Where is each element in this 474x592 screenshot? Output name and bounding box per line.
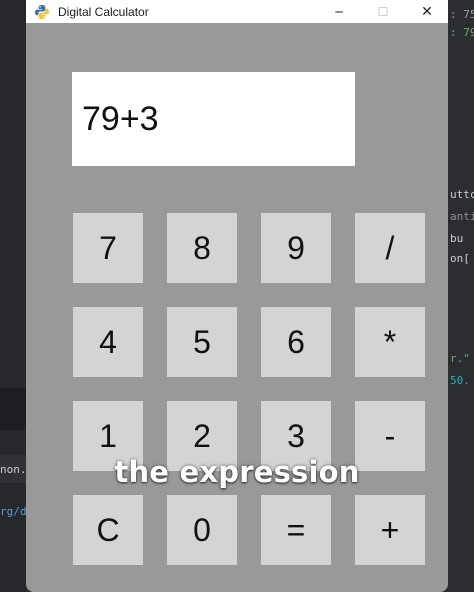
key-5-button[interactable]: 5 xyxy=(167,307,237,377)
add-button[interactable]: + xyxy=(355,495,425,565)
minimize-button[interactable]: ─ xyxy=(316,0,362,23)
editor-code-fragment: : 75 xyxy=(450,8,474,21)
key-8-button[interactable]: 8 xyxy=(167,213,237,283)
key-6-button[interactable]: 6 xyxy=(261,307,331,377)
key-4-button[interactable]: 4 xyxy=(73,307,143,377)
video-caption: the expression xyxy=(114,455,360,489)
window-title: Digital Calculator xyxy=(58,4,149,19)
key-9-button[interactable]: 9 xyxy=(261,213,331,283)
editor-code-fragment: r." xyxy=(450,352,470,365)
editor-code-fragment: antia xyxy=(450,210,474,223)
title-bar[interactable]: Digital Calculator ─ ☐ ✕ xyxy=(26,0,448,23)
editor-panel-band xyxy=(0,388,26,430)
editor-code-fragment: : 79 xyxy=(450,26,474,39)
background-editor-right: : 75 : 79 uttc antia bu on[ r." 50. xyxy=(448,0,474,592)
multiply-button[interactable]: * xyxy=(355,307,425,377)
editor-code-fragment: uttc xyxy=(450,188,474,201)
expression-display: 79+3 xyxy=(72,72,355,166)
python-icon xyxy=(34,4,50,20)
maximize-button[interactable]: ☐ xyxy=(360,0,406,23)
editor-code-fragment: on[ xyxy=(450,252,470,265)
key-7-button[interactable]: 7 xyxy=(73,213,143,283)
equals-button[interactable]: = xyxy=(261,495,331,565)
clear-button[interactable]: C xyxy=(73,495,143,565)
editor-code-fragment: rg/d xyxy=(0,505,27,518)
editor-code-fragment: bu xyxy=(450,232,464,245)
close-button[interactable]: ✕ xyxy=(404,0,448,23)
editor-code-fragment: 50. xyxy=(450,374,470,387)
calculator-window: Digital Calculator ─ ☐ ✕ 79+3 7 8 9 / 4 … xyxy=(26,0,448,592)
divide-button[interactable]: / xyxy=(355,213,425,283)
key-0-button[interactable]: 0 xyxy=(167,495,237,565)
background-editor-left: non. rg/d xyxy=(0,0,27,592)
